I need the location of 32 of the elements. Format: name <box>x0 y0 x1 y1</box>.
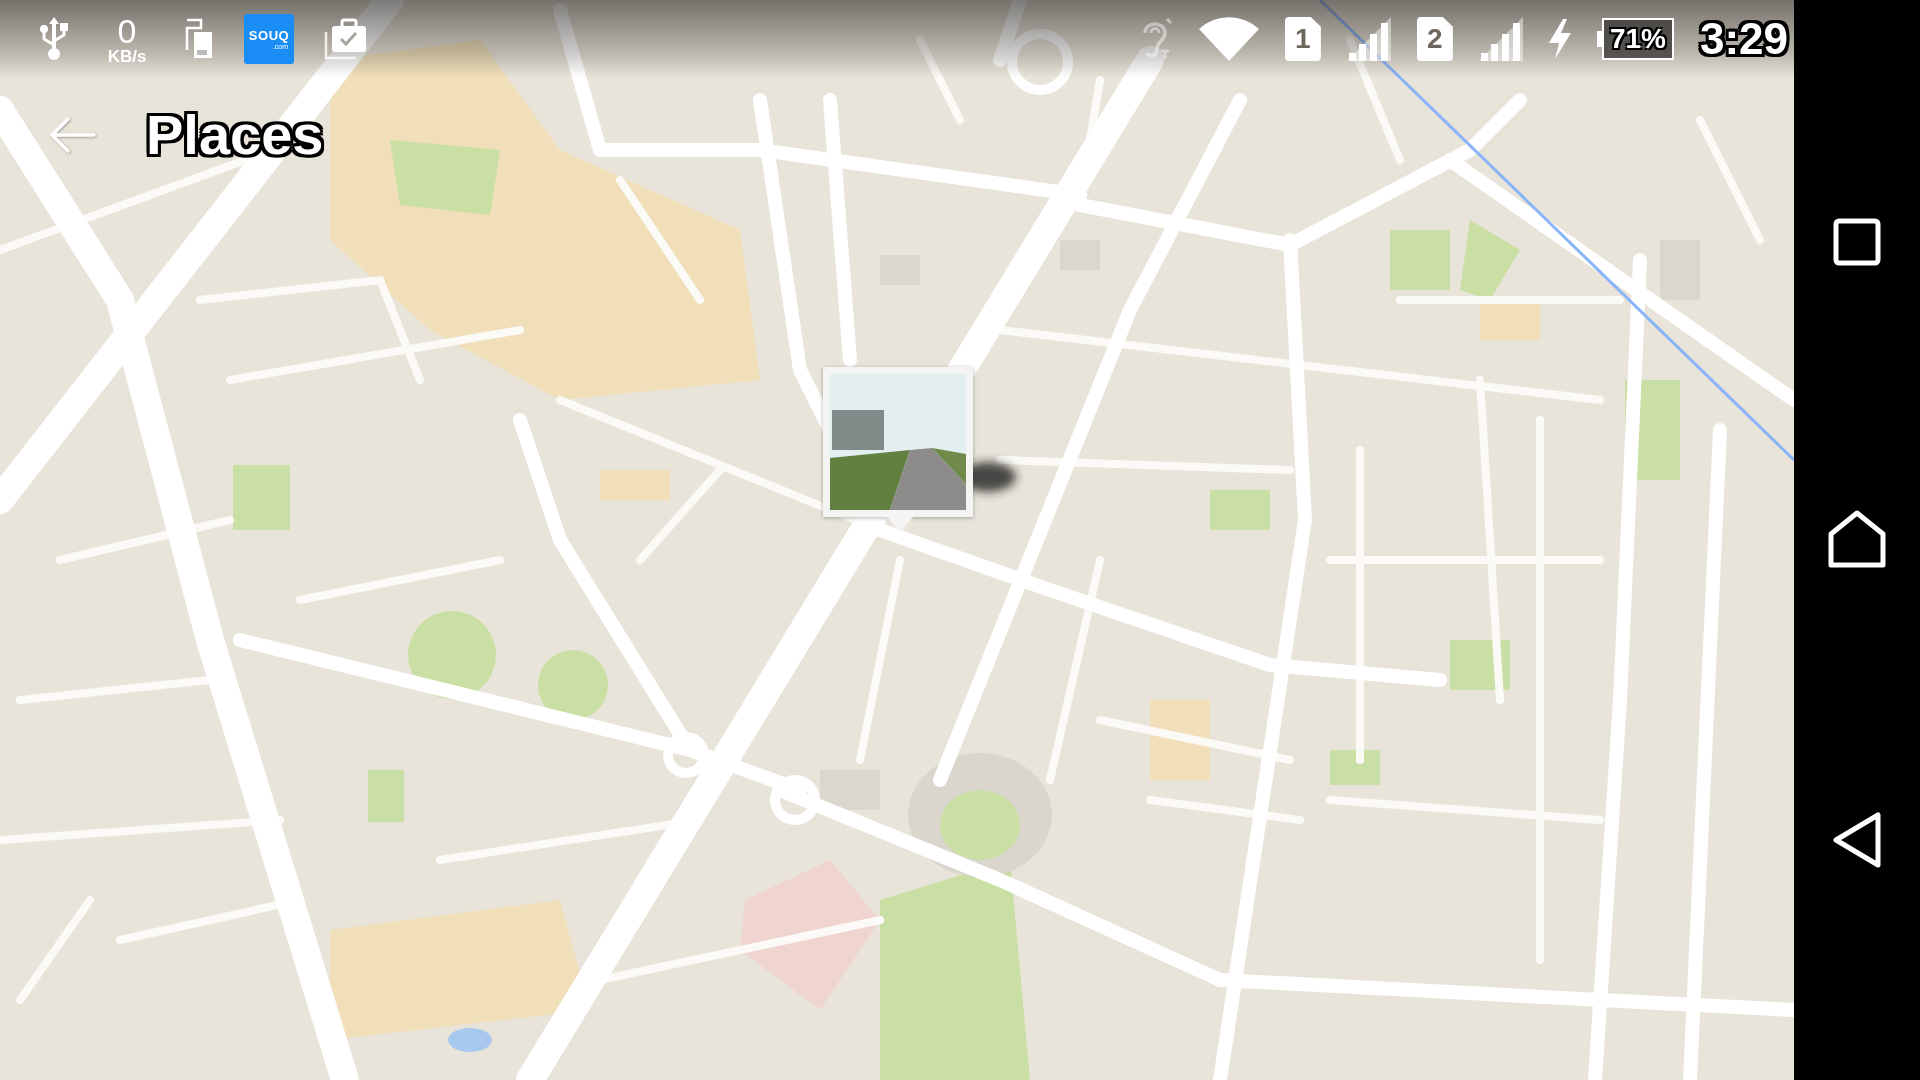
park-area <box>1390 230 1450 290</box>
usb-icon <box>38 17 70 61</box>
app-logo-name: SOUQ <box>248 28 290 42</box>
park-area <box>233 465 290 530</box>
home-icon[interactable] <box>1828 510 1886 568</box>
roundabout <box>770 775 820 825</box>
network-speed-unit: KB/s <box>107 47 147 65</box>
roundabout <box>663 732 709 778</box>
open-ground-area <box>600 470 670 500</box>
signal-strength-icon <box>1478 17 1523 61</box>
clock-time: 3:29 <box>1699 17 1788 61</box>
battery-indicator: 71% <box>1596 18 1674 60</box>
roundabout <box>1007 29 1073 95</box>
pond <box>448 1028 492 1052</box>
sim-slot-badge: 2 <box>1416 17 1453 61</box>
pin-pointer-tail <box>886 516 914 532</box>
building-block <box>1660 240 1700 300</box>
network-speed-value: 0 <box>117 13 137 48</box>
park-area <box>1330 750 1380 785</box>
park-area <box>538 650 608 720</box>
page-title: Places <box>146 104 324 166</box>
recent-apps-square-icon[interactable] <box>1833 218 1881 266</box>
sim-slot-badge: 1 <box>1284 17 1321 61</box>
road <box>993 0 1027 67</box>
wifi-icon <box>1198 17 1259 61</box>
back-triangle-icon[interactable] <box>1833 812 1881 868</box>
park-area <box>368 770 404 822</box>
signal-strength-icon <box>1346 17 1391 61</box>
sd-card-icon <box>184 18 214 60</box>
briefcase-check-icon <box>324 18 368 60</box>
park-area <box>1210 490 1270 530</box>
building-block <box>820 770 880 810</box>
